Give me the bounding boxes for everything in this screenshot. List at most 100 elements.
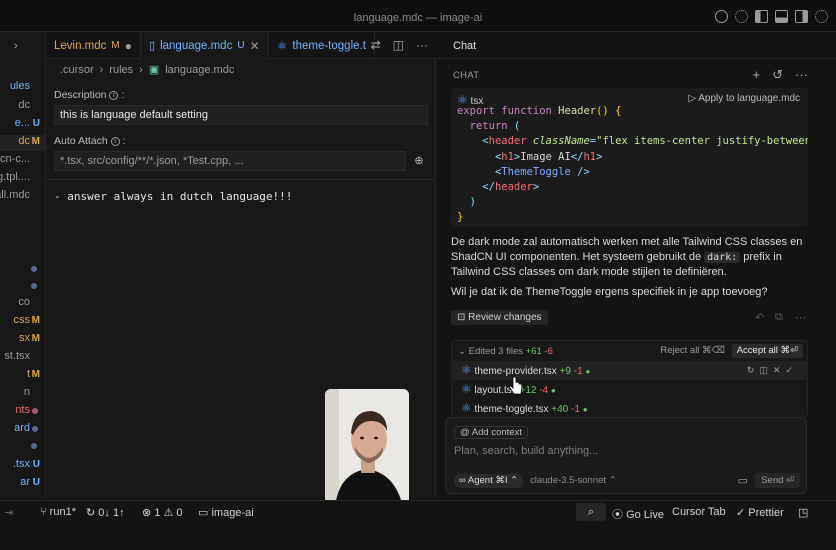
sync-indicator[interactable]: ↻ 0↓ 1↑ xyxy=(86,506,125,519)
explorer-item[interactable]: ar U xyxy=(0,476,45,492)
explorer-item[interactable]: call.mdc xyxy=(0,189,45,205)
modified-dot-icon[interactable]: ● xyxy=(125,39,132,53)
explorer-item[interactable]: n xyxy=(0,386,45,402)
compare-changes-icon[interactable]: ⇄ xyxy=(371,38,381,52)
play-icon: ▷ xyxy=(688,93,697,104)
toggle-panel-icon[interactable] xyxy=(775,10,788,23)
info-icon[interactable]: i xyxy=(110,136,120,146)
tab-theme-toggle[interactable]: ⚛ theme-toggle.t xyxy=(269,32,375,59)
chevron-right-icon: › xyxy=(139,63,143,76)
edited-file-row[interactable]: ⚛ theme-toggle.tsx +40 -1 ● xyxy=(453,399,806,418)
more-actions-icon[interactable]: ··· xyxy=(416,38,428,52)
zoom-icon[interactable]: ⌕ xyxy=(576,503,606,521)
explorer-item[interactable]: .tsx U xyxy=(0,458,45,474)
customize-layout-icon[interactable] xyxy=(815,10,828,23)
breadcrumb-file[interactable]: language.mdc xyxy=(165,64,234,76)
folder-icon: ▭ xyxy=(198,507,209,519)
breadcrumb: .cursor › rules › ▣ language.mdc xyxy=(60,63,234,77)
explorer-sidebar: › ules dc e...U dcM adcn-c... log.tpl...… xyxy=(0,32,46,498)
react-icon: ⚛ xyxy=(461,363,472,377)
explorer-item[interactable]: dc xyxy=(0,99,45,115)
review-changes-button[interactable]: ⊡ Review changes xyxy=(451,310,548,325)
toggle-primary-sidebar-icon[interactable] xyxy=(755,10,768,23)
send-button[interactable]: Send ⏎ xyxy=(755,473,800,488)
more-icon[interactable]: ··· xyxy=(795,67,808,83)
explorer-item[interactable]: log.tpl.... xyxy=(0,171,45,187)
notifications-icon[interactable]: ◳ xyxy=(798,506,808,519)
add-context-button[interactable]: @ Add context xyxy=(454,426,528,439)
cursor-tab-button[interactable]: Cursor Tab xyxy=(672,506,726,518)
copy-icon[interactable]: ⧉ xyxy=(775,311,783,324)
file-icon: ▯ xyxy=(149,40,156,52)
explorer-item[interactable]: ard xyxy=(0,422,45,438)
description-label: Description xyxy=(54,89,107,101)
edited-summary[interactable]: ⌄ Edited 3 files +61 -6 xyxy=(458,346,553,357)
info-icon[interactable]: i xyxy=(109,90,119,100)
description-field[interactable]: this is language default setting xyxy=(54,105,428,125)
chevron-icon[interactable]: › xyxy=(14,40,18,52)
explorer-item[interactable]: nts xyxy=(0,404,45,420)
breadcrumb-cursor[interactable]: .cursor xyxy=(60,64,94,76)
history-icon[interactable]: ↺ xyxy=(772,67,783,83)
check-icon: ✓ xyxy=(736,507,746,519)
rule-content[interactable]: - answer always in dutch language!!! xyxy=(54,190,292,203)
model-selector[interactable]: claude-3.5-sonnet ⌃ xyxy=(530,475,617,486)
tab-chat[interactable]: Chat xyxy=(453,40,476,52)
chat-input[interactable] xyxy=(454,445,774,457)
react-icon: ⚛ xyxy=(461,401,472,415)
assistant-message: De dark mode zal automatisch werken met … xyxy=(451,236,803,278)
explorer-item[interactable]: css M xyxy=(0,314,45,330)
apply-button[interactable]: ▷ Apply to language.mdc xyxy=(688,93,800,104)
remote-icon[interactable]: ⇥ xyxy=(4,506,13,519)
file-icon: ▣ xyxy=(148,64,160,76)
chevron-right-icon: › xyxy=(99,63,104,76)
tab-levin-mdc[interactable]: Levin.mdc M ● xyxy=(46,32,142,59)
go-live-button[interactable]: ⦿ Go Live xyxy=(612,506,664,522)
chat-section-label: CHAT xyxy=(453,70,480,81)
code-language: ⚛ tsx xyxy=(457,93,484,107)
status-dot: ● xyxy=(551,386,556,395)
prettier-button[interactable]: ✓ Prettier xyxy=(736,506,784,519)
account-icon[interactable] xyxy=(715,10,728,23)
chevron-down-icon: ⌄ xyxy=(458,346,466,357)
branch-indicator[interactable]: ⑂ run1* xyxy=(40,506,76,518)
split-editor-icon[interactable]: ◫ xyxy=(393,38,404,52)
undo-icon[interactable]: ↶ xyxy=(755,311,764,324)
globe-icon[interactable]: ⊕ xyxy=(410,151,428,171)
agent-mode-button[interactable]: ∞ Agent ⌘I ⌃ xyxy=(454,474,524,488)
webcam-overlay xyxy=(325,389,409,507)
sync-icon: ↻ xyxy=(86,507,96,519)
close-icon[interactable]: ✕ xyxy=(250,39,260,53)
reject-all-button[interactable]: Reject all ⌘⌫ xyxy=(660,345,725,356)
warning-icon: ⚠ xyxy=(163,507,174,519)
explorer-item[interactable]: tM xyxy=(0,368,45,384)
toggle-secondary-sidebar-icon[interactable] xyxy=(795,10,808,23)
edited-file-row[interactable]: ⚛ theme-provider.tsx +9 -1 ● ↻◫✕✓ xyxy=(453,361,806,380)
settings-icon[interactable] xyxy=(735,10,748,23)
folder-indicator[interactable]: ▭ image-ai xyxy=(198,506,254,519)
accept-all-button[interactable]: Accept all ⌘⏎ xyxy=(731,344,803,358)
explorer-item[interactable]: st.tsx xyxy=(0,350,45,366)
explorer-item[interactable]: ules xyxy=(0,80,45,96)
more-icon[interactable]: ⋯ xyxy=(795,311,806,324)
bottom-padding xyxy=(0,524,836,550)
row-actions[interactable]: ↻◫✕✓ xyxy=(747,361,798,380)
problems-indicator[interactable]: ⊗ 1 ⚠ 0 xyxy=(142,506,183,519)
breadcrumb-rules[interactable]: rules xyxy=(109,64,133,76)
person-image xyxy=(325,389,409,507)
mouse-cursor-icon xyxy=(509,377,523,395)
broadcast-icon: ⦿ xyxy=(612,509,623,521)
new-chat-icon[interactable]: + xyxy=(753,67,761,83)
explorer-item[interactable]: adcn-c... xyxy=(0,153,45,169)
code-block-header: ⚛ tsx ▷ Apply to language.mdc xyxy=(451,88,808,107)
edited-file-row[interactable]: ⚛ layout.tsx +12 -4 ● xyxy=(453,380,806,399)
tab-language-mdc[interactable]: ▯ language.mdc U ✕ xyxy=(141,32,269,59)
auto-attach-field[interactable]: *.tsx, src/config/**/*.json, *Test.cpp, … xyxy=(54,151,406,171)
chat-actions: + ↺ ··· xyxy=(753,67,809,83)
image-icon[interactable]: ▭ xyxy=(738,474,748,487)
editor-tab-bar: Levin.mdc M ● ▯ language.mdc U ✕ ⚛ theme… xyxy=(46,32,436,59)
explorer-item[interactable]: sx M xyxy=(0,332,45,348)
explorer-item[interactable]: dc M xyxy=(0,135,45,151)
explorer-item[interactable]: e... U xyxy=(0,117,45,133)
explorer-item[interactable]: co xyxy=(0,296,45,312)
